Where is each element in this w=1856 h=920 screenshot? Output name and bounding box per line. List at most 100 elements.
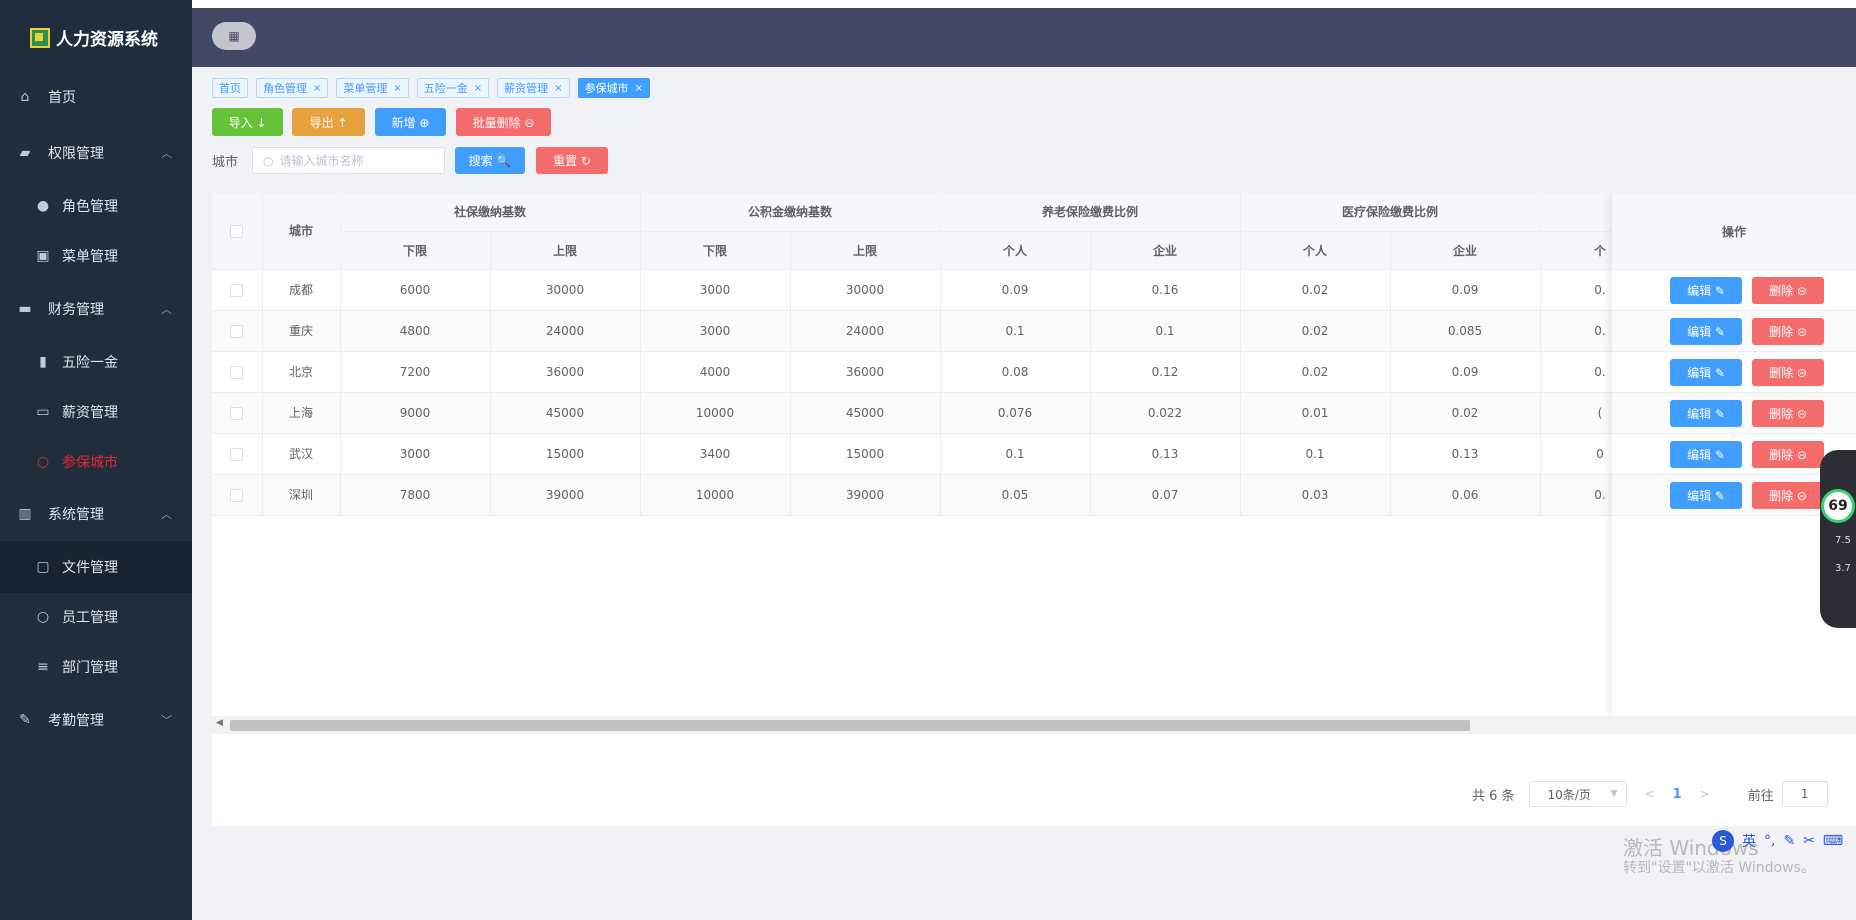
cell-medical-company: 0.085 — [1390, 310, 1541, 352]
cell-pension-company: 0.022 — [1090, 392, 1241, 434]
sliders-icon: ≡ — [37, 659, 49, 675]
tag-home[interactable]: 首页 — [212, 78, 248, 98]
ime-keyboard-icon[interactable]: ⌨ — [1823, 833, 1843, 849]
import-button[interactable]: 导入 ↓ — [212, 108, 283, 136]
tag-menus[interactable]: 菜单管理 × — [336, 78, 409, 98]
app-logo[interactable]: 人力资源系统 — [0, 0, 192, 75]
download-speed: 3.7 — [1835, 563, 1851, 574]
ime-mode-label[interactable]: 英 — [1742, 831, 1756, 851]
cell-city: 重庆 — [262, 310, 341, 352]
next-page-button[interactable]: > — [1700, 787, 1710, 801]
row-checkbox[interactable] — [230, 447, 244, 461]
bar-chart-icon: ▮ — [39, 354, 47, 370]
reset-button[interactable]: 重置 ↻ — [536, 147, 608, 174]
select-all-checkbox[interactable] — [230, 224, 244, 238]
sidebar-item-attendance[interactable]: ✎ 考勤管理 ﹀ — [0, 694, 192, 746]
ime-punct-icon[interactable]: °, — [1764, 833, 1775, 849]
page-number-current[interactable]: 1 — [1673, 787, 1682, 802]
sidebar-item-departments[interactable]: ≡ 部门管理 — [0, 641, 192, 693]
sidebar-item-home[interactable]: ⌂ 首页 — [0, 71, 192, 123]
city-search-field[interactable]: ○ — [252, 147, 445, 174]
chart-board-icon: ▭ — [36, 404, 50, 420]
sidebar-item-salary[interactable]: ▭ 薪资管理 — [0, 386, 192, 438]
cell-social-lower: 6000 — [340, 269, 491, 311]
cell-fund-upper: 39000 — [790, 474, 941, 516]
prev-page-button[interactable]: < — [1645, 787, 1655, 801]
delete-button[interactable]: 删除 ⊝ — [1752, 276, 1824, 304]
delete-button[interactable]: 删除 ⊝ — [1752, 317, 1824, 345]
activation-watermark-subtitle: 转到"设置"以激活 Windows。 — [1623, 860, 1815, 876]
city-search-input[interactable] — [279, 153, 440, 168]
edit-button[interactable]: 编辑 ✎ — [1670, 317, 1742, 345]
sidebar-item-label: 权限管理 — [48, 146, 104, 162]
sidebar-item-menus[interactable]: ▣ 菜单管理 — [0, 230, 192, 282]
cell-city: 上海 — [262, 392, 341, 434]
close-icon[interactable]: × — [474, 83, 482, 94]
sidebar-item-employees[interactable]: ○ 员工管理 — [0, 591, 192, 643]
wallet-icon: ▬ — [18, 301, 32, 317]
row-checkbox[interactable] — [230, 406, 244, 420]
cell-social-upper: 39000 — [490, 474, 641, 516]
delete-button[interactable]: 删除 ⊝ — [1752, 481, 1824, 509]
cell-medical-personal: 0.02 — [1240, 351, 1391, 393]
cell-fund-lower: 3000 — [640, 269, 791, 311]
person-icon: ○ — [36, 609, 50, 625]
edit-button[interactable]: 编辑 ✎ — [1670, 399, 1742, 427]
cell-pension-company: 0.16 — [1090, 269, 1241, 311]
delete-button[interactable]: 删除 ⊝ — [1752, 440, 1824, 468]
sidebar-item-roles[interactable]: ● 角色管理 — [0, 180, 192, 232]
scroll-left-icon[interactable]: ◀ — [216, 718, 223, 728]
export-button[interactable]: 导出 ↑ — [292, 108, 365, 136]
close-icon[interactable]: × — [393, 83, 401, 94]
tag-label: 五险一金 — [423, 82, 468, 95]
edit-button[interactable]: 编辑 ✎ — [1670, 276, 1742, 304]
table-grid: 城市 社保缴纳基数 公积金缴纳基数 养老保险缴费比例 医疗保险缴费比例 下限 上… — [212, 193, 1661, 516]
cell-pension-personal: 0.05 — [940, 474, 1091, 516]
delete-button[interactable]: 删除 ⊝ — [1752, 399, 1824, 427]
sidebar-item-finance[interactable]: ▬ 财务管理 ︿ — [0, 283, 192, 335]
tab-tags: 首页 角色管理 × 菜单管理 × 五险一金 × 薪资管理 × 参保城市 × — [212, 78, 650, 98]
row-checkbox[interactable] — [230, 365, 244, 379]
sidebar-item-insured-cities[interactable]: ○ 参保城市 — [0, 436, 192, 488]
edit-button[interactable]: 编辑 ✎ — [1670, 440, 1742, 468]
add-button[interactable]: 新增 ⊕ — [375, 108, 446, 136]
cell-city: 武汉 — [262, 433, 341, 475]
chevron-up-icon: ︿ — [161, 303, 172, 316]
close-icon[interactable]: × — [635, 83, 643, 94]
close-icon[interactable]: × — [554, 83, 562, 94]
tag-label: 薪资管理 — [504, 82, 549, 95]
sidebar-item-system[interactable]: ▥ 系统管理 ︿ — [0, 488, 192, 540]
cell-fund-upper: 36000 — [790, 351, 941, 393]
scrollbar-thumb[interactable] — [230, 720, 1470, 731]
page-size-select[interactable]: 10条/页 ▼ — [1528, 781, 1627, 807]
edit-button[interactable]: 编辑 ✎ — [1670, 481, 1742, 509]
close-icon[interactable]: × — [313, 83, 321, 94]
row-checkbox[interactable] — [230, 283, 244, 297]
search-button[interactable]: 搜索 🔍 — [455, 147, 525, 174]
ime-pen-icon[interactable]: ✎ — [1783, 833, 1795, 849]
row-checkbox[interactable] — [230, 488, 244, 502]
ime-toolbar[interactable]: S 英 °, ✎ ✂ ⌨ — [1712, 830, 1843, 852]
tag-salary[interactable]: 薪资管理 × — [497, 78, 570, 98]
batch-delete-button[interactable]: 批量删除 ⊝ — [456, 108, 551, 136]
tag-insurance[interactable]: 五险一金 × — [416, 78, 490, 98]
cell-pension-company: 0.07 — [1090, 474, 1241, 516]
ime-scissors-icon[interactable]: ✂ — [1803, 833, 1815, 849]
delete-button[interactable]: 删除 ⊝ — [1752, 358, 1824, 386]
table-row: 重庆 4800 24000 3000 24000 0.1 0.1 0.02 0.… — [212, 310, 1661, 352]
tag-roles[interactable]: 角色管理 × — [256, 78, 329, 98]
header-fund-base: 公积金缴纳基数 — [640, 193, 941, 232]
edit-button[interactable]: 编辑 ✎ — [1670, 358, 1742, 386]
sidebar-item-files[interactable]: ▢ 文件管理 — [0, 541, 192, 593]
tag-insured-cities[interactable]: 参保城市 × — [577, 78, 650, 98]
row-checkbox[interactable] — [230, 324, 244, 338]
collapse-toggle-button[interactable]: ▦ — [212, 22, 256, 50]
table-row: 上海 9000 45000 10000 45000 0.076 0.022 0.… — [212, 392, 1661, 434]
sidebar-item-insurance[interactable]: ▮ 五险一金 — [0, 336, 192, 388]
goto-page-input[interactable]: 1 — [1781, 781, 1828, 807]
sidebar-item-permissions[interactable]: ▰ 权限管理 ︿ — [0, 127, 192, 179]
sidebar-item-label: 参保城市 — [62, 455, 118, 471]
horizontal-scrollbar[interactable]: ◀ — [212, 716, 1856, 734]
header-medical-ratio: 医疗保险缴费比例 — [1240, 193, 1541, 232]
sidebar-item-label: 薪资管理 — [62, 405, 118, 421]
